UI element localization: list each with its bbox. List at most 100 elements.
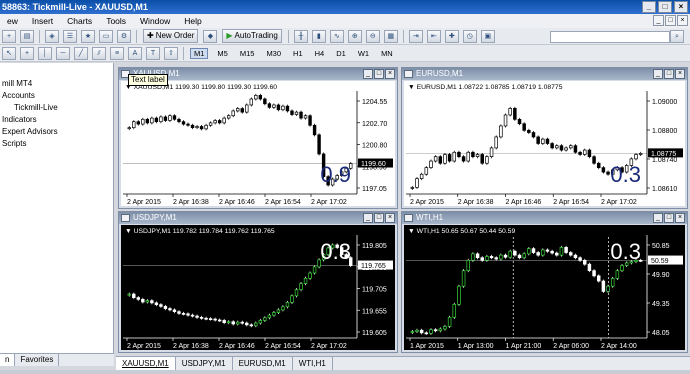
chart-minimize-button[interactable]: _ (363, 69, 373, 79)
candle-body (312, 266, 317, 274)
candle-body (601, 167, 606, 173)
tile-windows-icon[interactable]: ▦ (383, 29, 398, 43)
line-chart-icon[interactable]: ∿ (329, 29, 344, 43)
menu-charts[interactable]: Charts (60, 14, 99, 28)
autotrading-button[interactable]: ▶ AutoTrading (222, 29, 282, 43)
chart-window-titlebar[interactable]: WTI,H1 _ □ × (402, 212, 687, 224)
chart-minimize-button[interactable]: _ (653, 213, 663, 223)
chart-tab-eurusd[interactable]: EURUSD,M1 (233, 357, 293, 370)
navigator-icon[interactable]: ★ (81, 29, 95, 43)
cursor-icon[interactable]: ↖ (2, 46, 16, 60)
navigator-tab-common[interactable]: n (0, 354, 16, 366)
menu-view[interactable]: ew (0, 14, 25, 28)
candlestick-icon[interactable]: ▮ (311, 29, 326, 43)
trendline-icon[interactable]: ╱ (74, 46, 88, 60)
menu-help[interactable]: Help (177, 14, 208, 28)
chart-tab-usdjpy[interactable]: USDJPY,M1 (176, 357, 233, 370)
mdi-close-button[interactable]: × (677, 15, 688, 26)
text-label-icon[interactable]: T (146, 46, 160, 60)
candle-body (199, 126, 204, 130)
metaeditor-icon[interactable]: ◆ (203, 29, 218, 43)
chart-maximize-button[interactable]: □ (664, 69, 674, 79)
arrows-icon[interactable]: ⇧ (164, 46, 178, 60)
mdi-restore-button[interactable]: □ (665, 15, 676, 26)
fibonacci-icon[interactable]: ≡ (110, 46, 124, 60)
zoom-out-icon[interactable]: ⊖ (365, 29, 380, 43)
timeframe-m5[interactable]: M5 (214, 49, 230, 58)
candle-body (299, 111, 303, 119)
candle-body (285, 302, 290, 308)
data-window-icon[interactable]: ☰ (63, 29, 77, 43)
crosshair-icon[interactable]: + (20, 46, 34, 60)
vertical-line-icon[interactable]: │ (38, 46, 52, 60)
chart-maximize-button[interactable]: □ (374, 69, 384, 79)
timeframe-m15[interactable]: M15 (237, 49, 258, 58)
chart-window-titlebar[interactable]: USDJPY,M1 _ □ × (119, 212, 397, 224)
menu-insert[interactable]: Insert (25, 14, 60, 28)
zoom-in-icon[interactable]: ⊕ (347, 29, 362, 43)
candle-body (638, 153, 643, 155)
navigator-item-scripts[interactable]: Scripts (2, 139, 26, 148)
horizontal-line-icon[interactable]: ─ (56, 46, 70, 60)
navigator-item-accounts[interactable]: Accounts (2, 91, 35, 100)
chart-window-eurusd[interactable]: EURUSD,M1 _ □ × 1.09000 1.08800 1.08740 1.0… (401, 67, 688, 209)
text-icon[interactable]: A (128, 46, 142, 60)
mdi-minimize-button[interactable]: _ (653, 15, 664, 26)
chart-close-button[interactable]: × (385, 213, 395, 223)
new-order-button[interactable]: ✚ New Order (143, 29, 199, 43)
timeframe-w1[interactable]: W1 (355, 49, 372, 58)
bar-chart-icon[interactable]: ╫ (293, 29, 308, 43)
close-button[interactable]: × (674, 1, 688, 13)
y-tick-label: 1200.80 (362, 143, 387, 150)
timeframe-m1[interactable]: M1 (190, 47, 209, 59)
search-input[interactable] (550, 31, 670, 43)
navigator-item-indicators[interactable]: Indicators (2, 115, 37, 124)
minimize-button[interactable]: _ (642, 1, 656, 13)
navigator-item-expert-advisors[interactable]: Expert Advisors (2, 127, 58, 136)
chart-tab-xauusd[interactable]: XAUUSD,M1 (116, 357, 176, 370)
timeframe-h1[interactable]: H1 (290, 49, 306, 58)
navigator-tab-favorites[interactable]: Favorites (15, 354, 60, 366)
candle-body (480, 154, 484, 164)
menu-window[interactable]: Window (133, 14, 177, 28)
indicators-icon[interactable]: ✚ (444, 29, 459, 43)
auto-scroll-icon[interactable]: ⇥ (408, 29, 423, 43)
chart-tab-wti[interactable]: WTI,H1 (293, 357, 333, 370)
search-icon[interactable]: ⌕ (670, 30, 684, 43)
candle-body (452, 303, 457, 318)
chart-window-xauusd[interactable]: XAUUSD,M1 _ □ × 1204.551202.701200.80119… (118, 67, 398, 209)
menu-bar: ew Insert Charts Tools Window Help (0, 14, 690, 28)
navigator-item-tickmill-live[interactable]: Tickmill-Live (14, 103, 58, 112)
timeframe-mn[interactable]: MN (378, 49, 396, 58)
chart-shift-icon[interactable]: ⇤ (426, 29, 441, 43)
chart-minimize-button[interactable]: _ (653, 69, 663, 79)
menu-tools[interactable]: Tools (99, 14, 133, 28)
maximize-button[interactable]: □ (658, 1, 672, 13)
chart-close-button[interactable]: × (385, 69, 395, 79)
chart-window-titlebar[interactable]: EURUSD,M1 _ □ × (402, 68, 687, 80)
candle-body (499, 254, 503, 260)
candle-body (452, 151, 457, 162)
templates-icon[interactable]: ▣ (480, 29, 495, 43)
chart-close-button[interactable]: × (675, 69, 685, 79)
timeframe-d1[interactable]: D1 (333, 49, 349, 58)
tester-icon[interactable]: ⚙ (117, 29, 131, 43)
navigator-root[interactable]: mill MT4 (2, 79, 32, 88)
chart-close-button[interactable]: × (675, 213, 685, 223)
chart-minimize-button[interactable]: _ (363, 213, 373, 223)
candle-body (485, 256, 489, 261)
candle-body (536, 136, 540, 144)
chart-maximize-button[interactable]: □ (374, 213, 384, 223)
window-controls: _ □ × (642, 1, 688, 13)
chart-window-usdjpy[interactable]: USDJPY,M1 _ □ × 119.805 119.765 119.705 119… (118, 211, 398, 353)
timeframe-h4[interactable]: H4 (312, 49, 328, 58)
equidistant-channel-icon[interactable]: ⫽ (92, 46, 106, 60)
periods-icon[interactable]: ◷ (462, 29, 477, 43)
chart-maximize-button[interactable]: □ (664, 213, 674, 223)
chart-window-wti[interactable]: WTI,H1 _ □ × 50.85 49.90 49.35 48.05 50.59 1 … (401, 211, 688, 353)
new-chart-icon[interactable]: + (2, 29, 16, 43)
market-watch-icon[interactable]: ◈ (45, 29, 59, 43)
terminal-icon[interactable]: ▭ (99, 29, 113, 43)
profiles-icon[interactable]: ▤ (20, 29, 34, 43)
timeframe-m30[interactable]: M30 (263, 49, 284, 58)
